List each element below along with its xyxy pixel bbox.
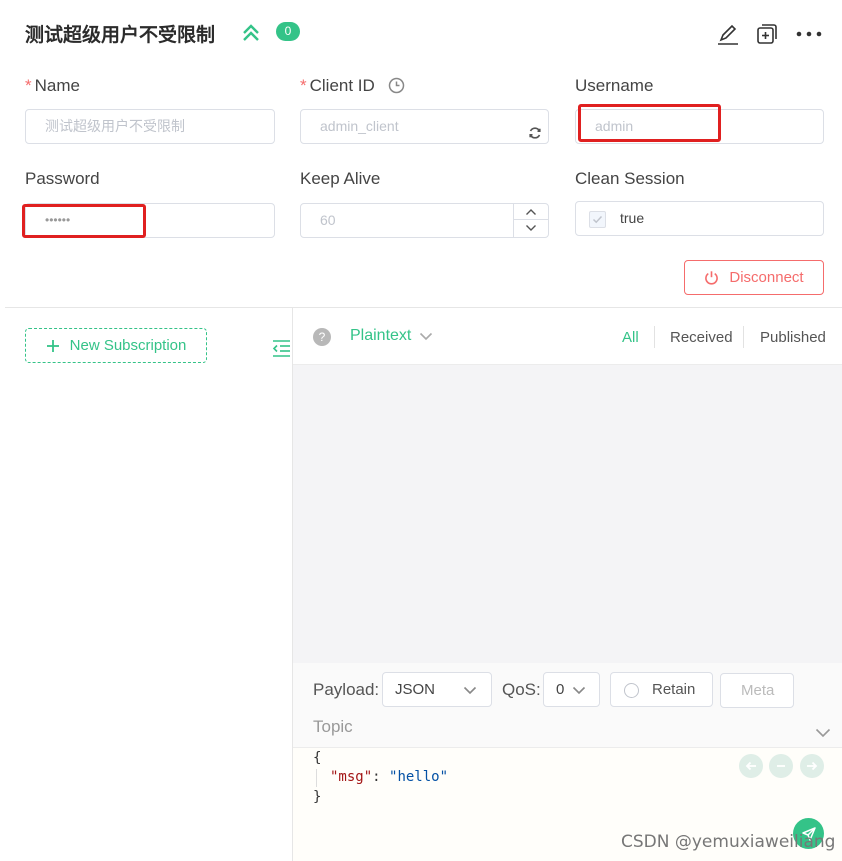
code-line: } — [313, 789, 322, 805]
chevron-down-icon — [463, 686, 477, 695]
decrement-button[interactable] — [514, 220, 548, 236]
chevron-down-icon[interactable] — [815, 725, 831, 738]
clean-session-field: true — [575, 201, 824, 236]
clean-session-label: Clean Session — [575, 169, 685, 188]
keep-alive-label: Keep Alive — [300, 169, 381, 188]
chevron-down-icon — [420, 332, 433, 340]
topic-input[interactable]: Topic — [313, 717, 353, 737]
required-mark: * — [25, 76, 32, 95]
keep-alive-value: 60 — [320, 212, 336, 228]
power-icon — [705, 271, 719, 285]
chevron-down-icon — [572, 686, 586, 695]
qos-label: QoS: — [502, 680, 541, 699]
payload-type-value: JSON — [395, 681, 436, 698]
disconnect-label: Disconnect — [729, 269, 804, 286]
increment-button[interactable] — [514, 204, 548, 220]
json-separator: : — [372, 769, 390, 785]
new-subscription-label: New Subscription — [69, 337, 187, 354]
watermark: CSDN @yemuxiaweiliang — [621, 832, 836, 852]
message-count-badge: 0 — [276, 22, 300, 41]
name-label-text: Name — [34, 76, 80, 95]
minus-icon — [777, 765, 785, 767]
tab-published[interactable]: Published — [760, 329, 826, 346]
qos-select[interactable]: 0 — [543, 672, 600, 707]
clear-message-button[interactable] — [769, 754, 793, 778]
password-label: Password — [25, 169, 100, 188]
message-list — [293, 365, 842, 663]
format-label: Plaintext — [350, 327, 412, 344]
arrow-left-icon — [745, 761, 756, 771]
tab-received[interactable]: Received — [670, 329, 733, 346]
required-mark: * — [300, 76, 307, 95]
clean-session-checkbox[interactable] — [589, 211, 606, 228]
highlight-box-password — [22, 204, 146, 238]
more-icon[interactable] — [796, 22, 822, 46]
payload-label: Payload: — [313, 680, 380, 699]
edit-icon[interactable] — [716, 22, 740, 46]
arrow-right-icon — [807, 761, 818, 771]
client-id-label-text: Client ID — [309, 76, 375, 95]
client-id-input[interactable]: admin_client — [300, 109, 549, 144]
client-id-value: admin_client — [320, 118, 399, 134]
client-id-label: * Client ID — [300, 76, 375, 96]
collapse-icon[interactable] — [240, 22, 262, 44]
highlight-box-username — [578, 104, 721, 142]
new-subscription-button[interactable]: New Subscription — [25, 328, 207, 363]
prev-message-button[interactable] — [739, 754, 763, 778]
plus-icon — [46, 339, 59, 352]
clock-icon[interactable] — [388, 77, 405, 94]
json-key: "msg" — [330, 769, 373, 785]
tab-separator — [654, 326, 655, 348]
disconnect-button[interactable]: Disconnect — [684, 260, 824, 295]
indent-guide — [316, 769, 317, 787]
retain-label: Retain — [652, 681, 696, 698]
next-message-button[interactable] — [800, 754, 824, 778]
name-input[interactable]: 测试超级用户不受限制 — [25, 109, 275, 144]
connection-title: 测试超级用户不受限制 — [25, 24, 216, 46]
retain-toggle[interactable]: Retain — [610, 672, 713, 707]
tab-separator — [743, 326, 744, 348]
qos-value: 0 — [556, 681, 565, 698]
payload-type-select[interactable]: JSON — [382, 672, 492, 707]
tab-all[interactable]: All — [622, 329, 639, 346]
format-select[interactable]: Plaintext — [350, 327, 433, 345]
name-label: * Name — [25, 76, 80, 96]
refresh-icon[interactable] — [528, 119, 542, 139]
keep-alive-stepper — [513, 204, 548, 237]
keep-alive-input[interactable]: 60 — [300, 203, 549, 238]
json-value: "hello" — [389, 769, 449, 785]
code-line: "msg": "hello" — [330, 769, 448, 785]
username-label: Username — [575, 76, 654, 95]
code-line: { — [313, 750, 322, 766]
retain-radio-icon — [624, 683, 639, 698]
new-window-icon[interactable] — [755, 22, 779, 46]
clean-session-value: true — [620, 210, 645, 226]
meta-button[interactable]: Meta — [720, 673, 794, 708]
collapse-sidebar-icon[interactable] — [272, 339, 291, 358]
help-icon[interactable]: ? — [313, 328, 331, 346]
